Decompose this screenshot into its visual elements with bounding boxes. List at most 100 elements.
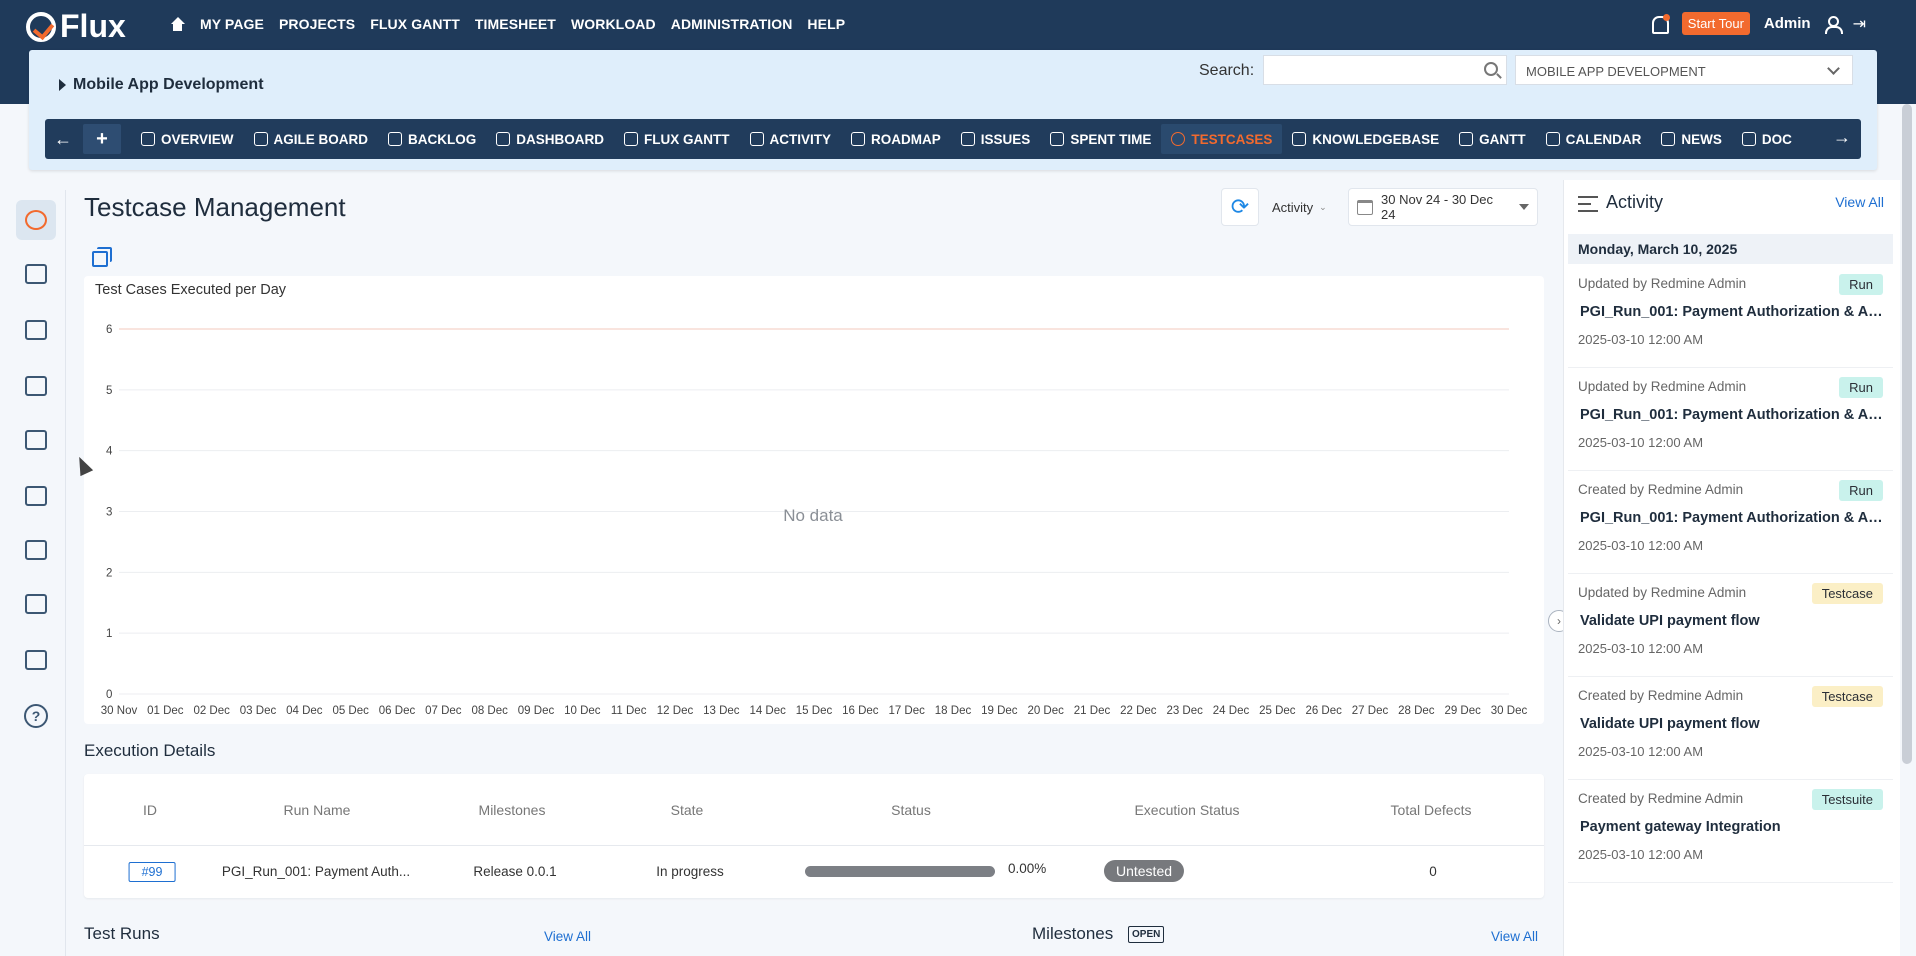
x-tick-label: 12 Dec bbox=[657, 705, 694, 717]
tab-gantt[interactable]: GANTT bbox=[1449, 124, 1536, 154]
flux-logo[interactable]: Flux bbox=[26, 8, 126, 45]
date-range-value: 30 Nov 24 - 30 Dec 24 bbox=[1381, 192, 1494, 222]
pulse-icon bbox=[25, 210, 47, 230]
x-tick-label: 20 Dec bbox=[1027, 705, 1064, 717]
backlog-icon bbox=[388, 132, 403, 146]
nav-my-page[interactable]: MY PAGE bbox=[200, 16, 264, 32]
tab-overview[interactable]: OVERVIEW bbox=[131, 124, 244, 154]
page-title: Testcase Management bbox=[84, 192, 346, 222]
sidebar-item-milestones[interactable] bbox=[16, 420, 56, 460]
x-tick-label: 05 Dec bbox=[332, 705, 369, 717]
tab-label: CALENDAR bbox=[1565, 131, 1642, 147]
left-sidebar: ? bbox=[0, 190, 66, 956]
activity-item[interactable]: Created by Redmine Admin Run PGI_Run_001: … bbox=[1568, 472, 1893, 574]
x-tick-label: 09 Dec bbox=[518, 705, 555, 717]
tab-testcases[interactable]: TESTCASES bbox=[1161, 124, 1283, 154]
calendar-icon bbox=[1545, 132, 1560, 146]
activity-subject-link[interactable]: PGI_Run_001: Payment Authorization & Aut… bbox=[1580, 510, 1885, 526]
sidebar-item-analytics[interactable] bbox=[16, 530, 56, 570]
page-scrollbar[interactable] bbox=[1902, 104, 1912, 764]
tab-news[interactable]: NEWS bbox=[1651, 124, 1732, 154]
nav-workload[interactable]: WORKLOAD bbox=[571, 16, 656, 32]
add-button[interactable]: + bbox=[83, 124, 121, 154]
tabs-scroll-right-icon[interactable]: → bbox=[1833, 127, 1851, 148]
sidebar-item-checklist[interactable] bbox=[16, 366, 56, 406]
project-name[interactable]: Mobile App Development bbox=[59, 76, 264, 94]
sidebar-item-table[interactable] bbox=[16, 640, 56, 680]
activity-subject-link[interactable]: PGI_Run_001: Payment Authorization & Aut… bbox=[1580, 407, 1885, 423]
activity-panel: Activity View All Monday, March 10, 2025… bbox=[1563, 180, 1900, 956]
activity-type-badge: Run bbox=[1839, 480, 1883, 501]
x-tick-label: 04 Dec bbox=[286, 705, 323, 717]
nav-help[interactable]: HELP bbox=[807, 16, 845, 32]
search-input[interactable] bbox=[1263, 55, 1507, 85]
tab-issues[interactable]: ISSUES bbox=[951, 124, 1041, 154]
nav-administration[interactable]: ADMINISTRATION bbox=[671, 16, 793, 32]
test-runs-view-all-link[interactable]: View All bbox=[544, 929, 591, 944]
activity-subject-link[interactable]: Validate UPI payment flow bbox=[1580, 613, 1885, 629]
executions-chart: 0 1 2 3 4 5 6 30 Nov 01 Dec 02 Dec 03 Dec 04 Dec 05 … bbox=[101, 324, 1528, 717]
col-state: State bbox=[670, 802, 704, 818]
roadmap-icon bbox=[851, 132, 866, 146]
chevron-down-icon: ⌄ bbox=[1319, 201, 1327, 212]
x-tick-label: 14 Dec bbox=[749, 705, 786, 717]
calendar-icon bbox=[1357, 199, 1373, 215]
tab-label: ACTIVITY bbox=[769, 131, 832, 147]
sidebar-item-monitor[interactable] bbox=[16, 310, 56, 350]
table-icon bbox=[25, 650, 47, 670]
logout-icon[interactable]: ⇥ bbox=[1853, 14, 1866, 34]
notification-bell-icon[interactable] bbox=[1650, 13, 1670, 34]
tab-label: ISSUES bbox=[980, 131, 1031, 147]
project-select[interactable]: MOBILE APP DEVELOPMENT bbox=[1515, 55, 1853, 85]
user-profile-icon[interactable] bbox=[1824, 15, 1843, 34]
sidebar-item-activity[interactable] bbox=[16, 200, 56, 240]
run-name-cell[interactable]: PGI_Run_001: Payment Auth... bbox=[222, 864, 410, 879]
activity-author: Updated by Redmine Admin bbox=[1578, 585, 1747, 600]
tab-roadmap[interactable]: ROADMAP bbox=[841, 124, 951, 154]
user-name[interactable]: Admin bbox=[1764, 15, 1811, 32]
caret-down-icon bbox=[1519, 204, 1529, 210]
col-status: Status bbox=[891, 802, 931, 818]
tab-spent-time[interactable]: SPENT TIME bbox=[1040, 124, 1161, 154]
date-range-picker[interactable]: 30 Nov 24 - 30 Dec 24 bbox=[1348, 188, 1538, 226]
sidebar-item-briefcase[interactable] bbox=[16, 254, 56, 294]
activity-view-all-link[interactable]: View All bbox=[1835, 194, 1884, 210]
activity-item[interactable]: Created by Redmine Admin Testcase Validate… bbox=[1568, 678, 1893, 780]
tab-doc[interactable]: DOC bbox=[1732, 124, 1802, 154]
activity-subject-link[interactable]: Validate UPI payment flow bbox=[1580, 716, 1885, 732]
activity-type-badge: Run bbox=[1839, 377, 1883, 398]
activity-subject-link[interactable]: PGI_Run_001: Payment Authorization & Aut… bbox=[1580, 304, 1885, 320]
briefcase-icon bbox=[25, 264, 47, 284]
activity-item[interactable]: Updated by Redmine Admin Testcase Validate… bbox=[1568, 575, 1893, 677]
nav-projects[interactable]: PROJECTS bbox=[279, 16, 355, 32]
tab-dashboard[interactable]: DASHBOARD bbox=[486, 124, 614, 154]
milestone-cell: Release 0.0.1 bbox=[473, 864, 557, 879]
activity-subject-link[interactable]: Payment gateway Integration bbox=[1580, 819, 1885, 835]
tab-calendar[interactable]: CALENDAR bbox=[1536, 124, 1652, 154]
sidebar-item-copies[interactable] bbox=[16, 584, 56, 624]
activity-item[interactable]: Updated by Redmine Admin Run PGI_Run_001: … bbox=[1568, 266, 1893, 368]
tab-flux-gantt[interactable]: FLUX GANTT bbox=[614, 124, 740, 154]
activity-item[interactable]: Updated by Redmine Admin Run PGI_Run_001: … bbox=[1568, 369, 1893, 471]
tab-backlog[interactable]: BACKLOG bbox=[378, 124, 486, 154]
tab-knowledgebase[interactable]: KNOWLEDGEBASE bbox=[1282, 124, 1449, 154]
nav-timesheet[interactable]: TIMESHEET bbox=[475, 16, 556, 32]
home-icon[interactable] bbox=[170, 16, 185, 32]
test-runs-title: Test Runs bbox=[84, 924, 160, 943]
run-id-link[interactable]: #99 bbox=[128, 862, 176, 882]
sidebar-item-reports[interactable] bbox=[16, 476, 56, 516]
duplicate-icon[interactable] bbox=[92, 247, 112, 267]
start-tour-button[interactable]: Start Tour bbox=[1681, 12, 1750, 35]
tabs-scroll-left-icon[interactable]: ← bbox=[51, 129, 75, 150]
refresh-button[interactable]: ⟳ bbox=[1221, 188, 1259, 226]
search-icon[interactable] bbox=[1484, 62, 1498, 76]
tab-agile-board[interactable]: AGILE BOARD bbox=[244, 124, 379, 154]
search-label: Search: bbox=[1199, 62, 1255, 79]
activity-filter-dropdown[interactable]: Activity ⌄ bbox=[1266, 192, 1333, 222]
tab-activity[interactable]: ACTIVITY bbox=[740, 124, 842, 154]
nav-flux-gantt[interactable]: FLUX GANTT bbox=[370, 16, 460, 32]
activity-item[interactable]: Created by Redmine Admin Testsuite Payment… bbox=[1568, 781, 1893, 883]
y-tick-label: 2 bbox=[106, 567, 112, 579]
sidebar-item-help[interactable]: ? bbox=[16, 696, 56, 736]
milestones-view-all-link[interactable]: View All bbox=[1491, 929, 1538, 944]
